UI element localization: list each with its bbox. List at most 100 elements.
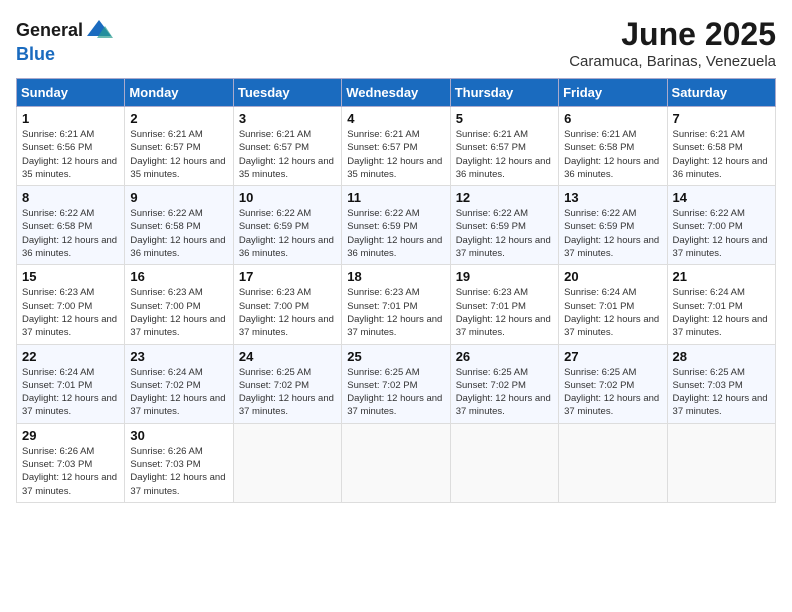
weekday-header-friday: Friday bbox=[559, 79, 667, 107]
day-cell-16: 16Sunrise: 6:23 AMSunset: 7:00 PMDayligh… bbox=[125, 265, 233, 344]
day-cell-13: 13Sunrise: 6:22 AMSunset: 6:59 PMDayligh… bbox=[559, 186, 667, 265]
day-number: 1 bbox=[22, 111, 119, 126]
day-cell-6: 6Sunrise: 6:21 AMSunset: 6:58 PMDaylight… bbox=[559, 107, 667, 186]
day-info: Sunrise: 6:21 AMSunset: 6:57 PMDaylight:… bbox=[130, 128, 227, 181]
day-info: Sunrise: 6:26 AMSunset: 7:03 PMDaylight:… bbox=[130, 445, 227, 498]
day-number: 30 bbox=[130, 428, 227, 443]
day-number: 28 bbox=[673, 349, 770, 364]
weekday-header-sunday: Sunday bbox=[17, 79, 125, 107]
day-number: 2 bbox=[130, 111, 227, 126]
logo: General Blue bbox=[16, 16, 113, 65]
day-number: 9 bbox=[130, 190, 227, 205]
day-cell-27: 27 Sunrise: 6:25 AMSunset: 7:02 PMDayligh… bbox=[559, 344, 667, 423]
location-subtitle: Caramuca, Barinas, Venezuela bbox=[569, 53, 776, 70]
calendar-row-3: 22 Sunrise: 6:24 AMSunset: 7:01 PMDayligh… bbox=[17, 344, 776, 423]
day-cell-15: 15Sunrise: 6:23 AMSunset: 7:00 PMDayligh… bbox=[17, 265, 125, 344]
day-cell-24: 24 Sunrise: 6:25 AMSunset: 7:02 PMDayligh… bbox=[233, 344, 341, 423]
day-number: 23 bbox=[130, 349, 227, 364]
day-cell-1: 1 Sunrise: 6:21 AMSunset: 6:56 PMDaylight… bbox=[17, 107, 125, 186]
day-number: 18 bbox=[347, 269, 444, 284]
day-number: 5 bbox=[456, 111, 553, 126]
day-number: 21 bbox=[673, 269, 770, 284]
day-number: 25 bbox=[347, 349, 444, 364]
day-cell-26: 26 Sunrise: 6:25 AMSunset: 7:02 PMDayligh… bbox=[450, 344, 558, 423]
day-number: 14 bbox=[673, 190, 770, 205]
day-cell-8: 8 Sunrise: 6:22 AMSunset: 6:58 PMDaylight… bbox=[17, 186, 125, 265]
day-info: Sunrise: 6:24 AMSunset: 7:01 PMDaylight:… bbox=[22, 366, 119, 419]
day-number: 10 bbox=[239, 190, 336, 205]
weekday-header-tuesday: Tuesday bbox=[233, 79, 341, 107]
weekday-header-saturday: Saturday bbox=[667, 79, 775, 107]
day-number: 8 bbox=[22, 190, 119, 205]
empty-cell bbox=[233, 423, 341, 502]
day-info: Sunrise: 6:25 AMSunset: 7:02 PMDaylight:… bbox=[347, 366, 444, 419]
day-cell-4: 4 Sunrise: 6:21 AMSunset: 6:57 PMDaylight… bbox=[342, 107, 450, 186]
day-cell-29: 29 Sunrise: 6:26 AMSunset: 7:03 PMDayligh… bbox=[17, 423, 125, 502]
day-info: Sunrise: 6:21 AMSunset: 6:57 PMDaylight:… bbox=[239, 128, 336, 181]
day-info: Sunrise: 6:22 AMSunset: 6:59 PMDaylight:… bbox=[564, 207, 661, 260]
day-info: Sunrise: 6:21 AMSunset: 6:56 PMDaylight:… bbox=[22, 128, 119, 181]
day-number: 26 bbox=[456, 349, 553, 364]
day-cell-10: 10Sunrise: 6:22 AMSunset: 6:59 PMDayligh… bbox=[233, 186, 341, 265]
day-cell-23: 23Sunrise: 6:24 AMSunset: 7:02 PMDayligh… bbox=[125, 344, 233, 423]
weekday-header-thursday: Thursday bbox=[450, 79, 558, 107]
title-area: June 2025 Caramuca, Barinas, Venezuela bbox=[569, 16, 776, 70]
day-number: 29 bbox=[22, 428, 119, 443]
day-cell-18: 18 Sunrise: 6:23 AMSunset: 7:01 PMDayligh… bbox=[342, 265, 450, 344]
day-info: Sunrise: 6:22 AMSunset: 6:58 PMDaylight:… bbox=[22, 207, 119, 260]
day-info: Sunrise: 6:22 AMSunset: 6:59 PMDaylight:… bbox=[456, 207, 553, 260]
calendar-row-1: 8 Sunrise: 6:22 AMSunset: 6:58 PMDaylight… bbox=[17, 186, 776, 265]
day-cell-20: 20 Sunrise: 6:24 AMSunset: 7:01 PMDayligh… bbox=[559, 265, 667, 344]
day-info: Sunrise: 6:23 AMSunset: 7:01 PMDaylight:… bbox=[347, 286, 444, 339]
day-number: 27 bbox=[564, 349, 661, 364]
weekday-header-wednesday: Wednesday bbox=[342, 79, 450, 107]
day-info: Sunrise: 6:25 AMSunset: 7:02 PMDaylight:… bbox=[239, 366, 336, 419]
calendar-row-0: 1 Sunrise: 6:21 AMSunset: 6:56 PMDaylight… bbox=[17, 107, 776, 186]
day-number: 17 bbox=[239, 269, 336, 284]
day-number: 4 bbox=[347, 111, 444, 126]
day-cell-2: 2 Sunrise: 6:21 AMSunset: 6:57 PMDaylight… bbox=[125, 107, 233, 186]
day-cell-25: 25 Sunrise: 6:25 AMSunset: 7:02 PMDayligh… bbox=[342, 344, 450, 423]
day-cell-22: 22 Sunrise: 6:24 AMSunset: 7:01 PMDayligh… bbox=[17, 344, 125, 423]
day-info: Sunrise: 6:21 AMSunset: 6:57 PMDaylight:… bbox=[347, 128, 444, 181]
calendar-row-4: 29 Sunrise: 6:26 AMSunset: 7:03 PMDayligh… bbox=[17, 423, 776, 502]
day-info: Sunrise: 6:25 AMSunset: 7:03 PMDaylight:… bbox=[673, 366, 770, 419]
day-cell-5: 5 Sunrise: 6:21 AMSunset: 6:57 PMDaylight… bbox=[450, 107, 558, 186]
day-info: Sunrise: 6:21 AMSunset: 6:58 PMDaylight:… bbox=[673, 128, 770, 181]
day-cell-3: 3 Sunrise: 6:21 AMSunset: 6:57 PMDaylight… bbox=[233, 107, 341, 186]
month-title: June 2025 bbox=[569, 16, 776, 53]
empty-cell bbox=[450, 423, 558, 502]
day-cell-9: 9 Sunrise: 6:22 AMSunset: 6:58 PMDaylight… bbox=[125, 186, 233, 265]
day-number: 22 bbox=[22, 349, 119, 364]
empty-cell bbox=[559, 423, 667, 502]
day-info: Sunrise: 6:25 AMSunset: 7:02 PMDaylight:… bbox=[564, 366, 661, 419]
empty-cell bbox=[342, 423, 450, 502]
weekday-header-monday: Monday bbox=[125, 79, 233, 107]
day-info: Sunrise: 6:23 AMSunset: 7:01 PMDaylight:… bbox=[456, 286, 553, 339]
calendar-row-2: 15Sunrise: 6:23 AMSunset: 7:00 PMDayligh… bbox=[17, 265, 776, 344]
day-number: 20 bbox=[564, 269, 661, 284]
empty-cell bbox=[667, 423, 775, 502]
day-cell-7: 7 Sunrise: 6:21 AMSunset: 6:58 PMDaylight… bbox=[667, 107, 775, 186]
day-cell-12: 12Sunrise: 6:22 AMSunset: 6:59 PMDayligh… bbox=[450, 186, 558, 265]
day-info: Sunrise: 6:26 AMSunset: 7:03 PMDaylight:… bbox=[22, 445, 119, 498]
day-info: Sunrise: 6:21 AMSunset: 6:57 PMDaylight:… bbox=[456, 128, 553, 181]
day-info: Sunrise: 6:23 AMSunset: 7:00 PMDaylight:… bbox=[239, 286, 336, 339]
day-info: Sunrise: 6:24 AMSunset: 7:01 PMDaylight:… bbox=[564, 286, 661, 339]
day-info: Sunrise: 6:25 AMSunset: 7:02 PMDaylight:… bbox=[456, 366, 553, 419]
day-cell-14: 14Sunrise: 6:22 AMSunset: 7:00 PMDayligh… bbox=[667, 186, 775, 265]
day-number: 3 bbox=[239, 111, 336, 126]
day-info: Sunrise: 6:24 AMSunset: 7:01 PMDaylight:… bbox=[673, 286, 770, 339]
day-number: 7 bbox=[673, 111, 770, 126]
day-info: Sunrise: 6:22 AMSunset: 6:58 PMDaylight:… bbox=[130, 207, 227, 260]
day-cell-30: 30 Sunrise: 6:26 AMSunset: 7:03 PMDayligh… bbox=[125, 423, 233, 502]
day-number: 11 bbox=[347, 190, 444, 205]
day-info: Sunrise: 6:23 AMSunset: 7:00 PMDaylight:… bbox=[130, 286, 227, 339]
logo-blue: Blue bbox=[16, 44, 55, 64]
day-number: 24 bbox=[239, 349, 336, 364]
day-cell-19: 19Sunrise: 6:23 AMSunset: 7:01 PMDayligh… bbox=[450, 265, 558, 344]
weekday-header-row: SundayMondayTuesdayWednesdayThursdayFrid… bbox=[17, 79, 776, 107]
logo-general: General bbox=[16, 20, 83, 41]
logo-icon bbox=[85, 16, 113, 44]
day-cell-17: 17 Sunrise: 6:23 AMSunset: 7:00 PMDayligh… bbox=[233, 265, 341, 344]
